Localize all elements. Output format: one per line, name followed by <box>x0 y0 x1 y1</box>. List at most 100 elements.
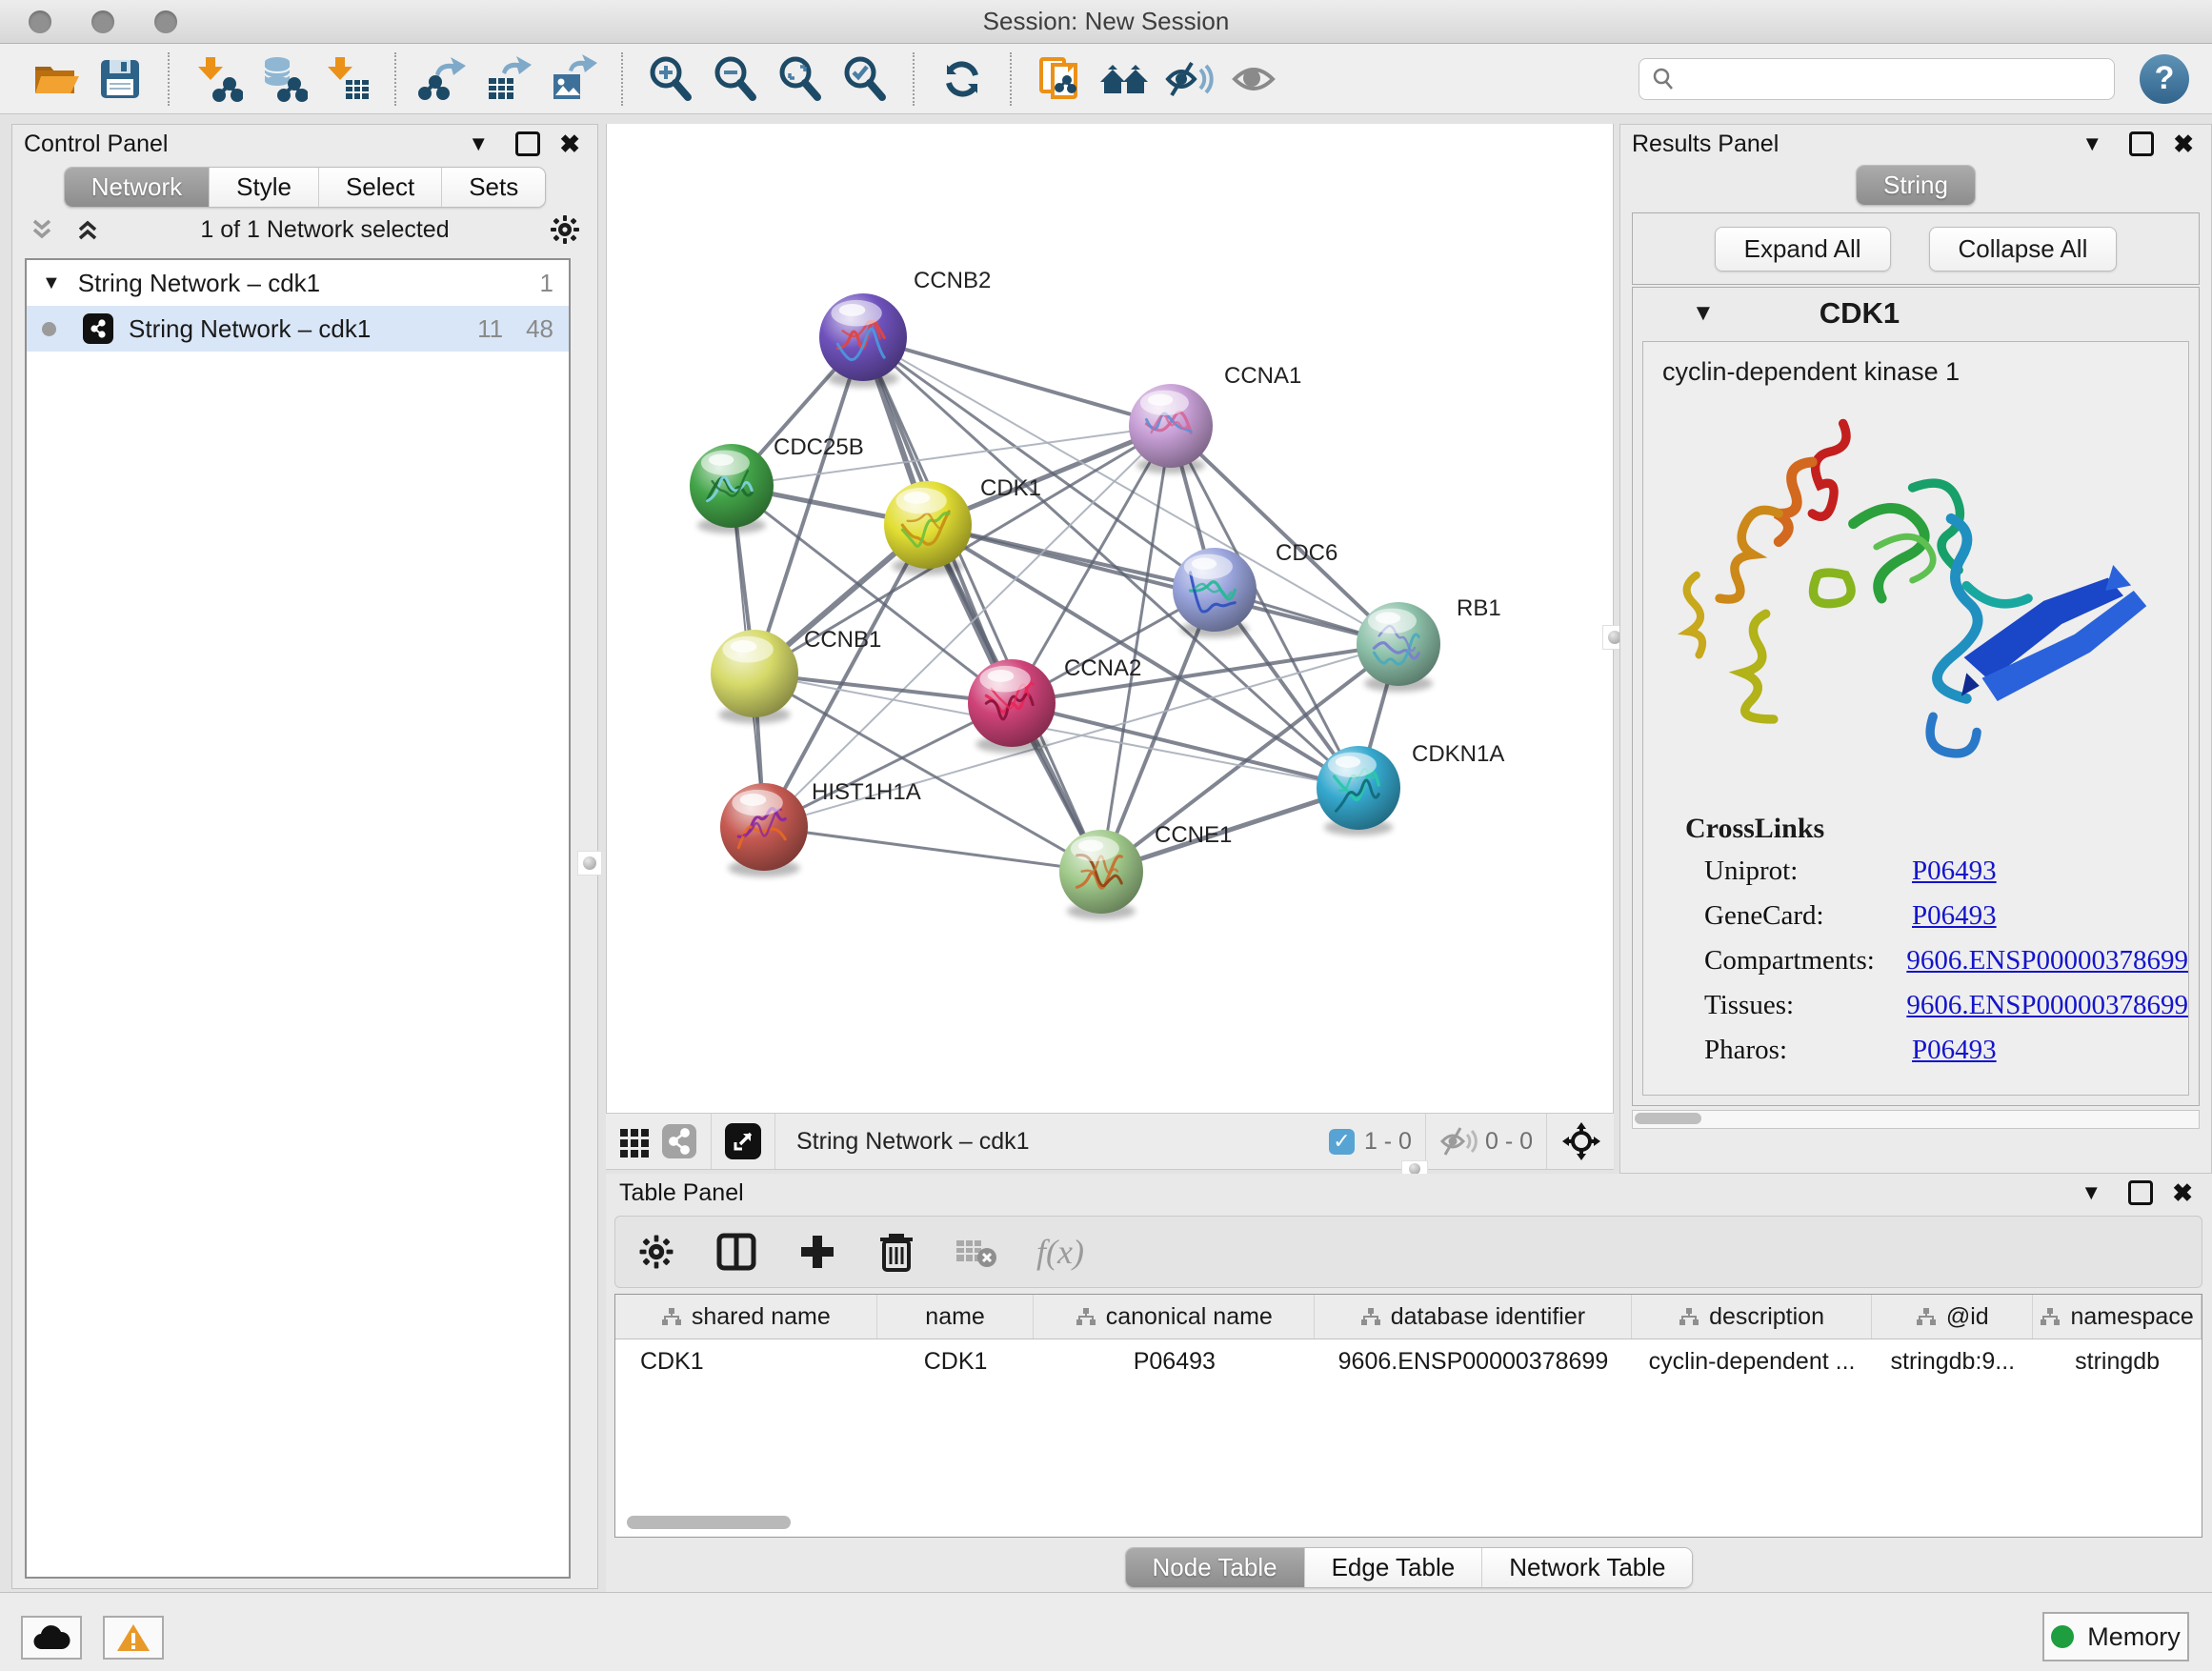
table-settings-gear-icon[interactable] <box>636 1232 676 1272</box>
table-cell[interactable]: 9606.ENSP00000378699 <box>1315 1339 1632 1383</box>
network-node-CDKN1A[interactable] <box>1317 746 1400 836</box>
crosslink-link[interactable]: 9606.ENSP00000378699 <box>1906 945 2188 976</box>
results-button-box: Expand All Collapse All <box>1632 212 2200 285</box>
delete-column-icon[interactable] <box>876 1230 916 1274</box>
table-cell[interactable]: stringdb:9... <box>1872 1339 2033 1383</box>
float-panel-icon[interactable] <box>2129 131 2154 156</box>
export-network-button[interactable] <box>417 52 471 106</box>
close-panel-icon[interactable]: ✖ <box>2172 1178 2193 1208</box>
tab-network[interactable]: Network <box>65 168 209 207</box>
save-session-button[interactable] <box>93 52 147 106</box>
column-header-canonical-name[interactable]: canonical name <box>1034 1295 1315 1339</box>
network-node-CDC6[interactable] <box>1173 548 1257 637</box>
network-node-CDK1[interactable] <box>884 481 972 574</box>
show-columns-icon[interactable] <box>714 1230 758 1274</box>
selected-counts: 1 - 0 <box>1364 1128 1412 1156</box>
network-node-CCNA1[interactable] <box>1129 384 1213 473</box>
tab-select[interactable]: Select <box>318 168 441 207</box>
add-column-icon[interactable] <box>796 1231 838 1273</box>
panel-menu-icon[interactable]: ▼ <box>468 131 489 156</box>
network-node-RB1[interactable] <box>1357 602 1440 692</box>
network-view-icon[interactable] <box>661 1123 697 1159</box>
clone-network-button[interactable] <box>1033 52 1086 106</box>
network-node-CCNB1[interactable] <box>711 630 798 723</box>
float-panel-icon[interactable] <box>2128 1180 2153 1205</box>
network-canvas[interactable]: CCNB2CCNA1CDC25BCDK1CDC6RB1CCNB1CCNA2CDK… <box>606 124 1614 1113</box>
export-image-button[interactable] <box>547 52 600 106</box>
expand-all-icon[interactable] <box>73 215 102 244</box>
tab-network-table[interactable]: Network Table <box>1481 1548 1692 1587</box>
network-node-HIST1H1A[interactable] <box>720 783 808 876</box>
tab-style[interactable]: Style <box>209 168 318 207</box>
help-button[interactable]: ? <box>2140 54 2189 104</box>
column-header-description[interactable]: description <box>1632 1295 1873 1339</box>
crosslink-link[interactable]: P06493 <box>1912 856 1997 887</box>
cloud-button[interactable] <box>21 1616 82 1660</box>
function-builder-icon: f(x) <box>1036 1232 1084 1272</box>
column-header--id[interactable]: @id <box>1872 1295 2033 1339</box>
grid-view-icon[interactable] <box>617 1124 652 1158</box>
warnings-button[interactable] <box>103 1616 164 1660</box>
zoom-selected-button[interactable] <box>838 52 892 106</box>
network-node-CCNE1[interactable] <box>1059 830 1143 919</box>
export-table-button[interactable] <box>482 52 535 106</box>
crosslink-link[interactable]: P06493 <box>1912 900 1997 932</box>
zoom-in-button[interactable] <box>644 52 697 106</box>
open-session-button[interactable] <box>29 52 82 106</box>
crosslink-link[interactable]: 9606.ENSP00000378699 <box>1906 990 2188 1021</box>
network-graph[interactable]: CCNB2CCNA1CDC25BCDK1CDC6RB1CCNB1CCNA2CDK… <box>607 124 1613 1113</box>
network-node-CDC25B[interactable] <box>690 444 774 534</box>
table-row[interactable]: CDK1CDK1P064939606.ENSP00000378699cyclin… <box>615 1339 2202 1383</box>
float-panel-icon[interactable] <box>515 131 540 156</box>
panel-menu-icon[interactable]: ▼ <box>2081 131 2102 156</box>
table-cell[interactable]: CDK1 <box>615 1339 877 1383</box>
node-entry-header[interactable]: ▼ CDK1 <box>1633 288 2199 339</box>
results-horizontal-scrollbar[interactable] <box>1632 1110 2200 1129</box>
table-cell[interactable]: CDK1 <box>877 1339 1035 1383</box>
column-header-namespace[interactable]: namespace <box>2033 1295 2202 1339</box>
hide-panels-button[interactable] <box>1162 52 1216 106</box>
left-splitter-handle[interactable] <box>577 851 602 876</box>
zoom-out-button[interactable] <box>709 52 762 106</box>
table-cell[interactable]: stringdb <box>2033 1339 2202 1383</box>
node-table[interactable]: shared namenamecanonical namedatabase id… <box>614 1294 2202 1538</box>
collapse-all-button[interactable]: Collapse All <box>1929 227 2118 272</box>
table-cell[interactable]: P06493 <box>1035 1339 1316 1383</box>
column-header-shared-name[interactable]: shared name <box>615 1295 877 1339</box>
search-box[interactable] <box>1639 58 2115 100</box>
network-collection-row[interactable]: ▼ String Network – cdk1 1 <box>27 260 569 306</box>
column-header-name[interactable]: name <box>877 1295 1035 1339</box>
birds-eye-view-icon[interactable] <box>1560 1120 1602 1162</box>
import-network-database-button[interactable] <box>255 52 309 106</box>
expand-all-button[interactable]: Expand All <box>1715 227 1891 272</box>
crosslink-row: Tissues:9606.ENSP00000378699 <box>1643 983 2188 1028</box>
gear-icon[interactable] <box>548 212 582 247</box>
duplicate-network-icon <box>1034 53 1085 105</box>
network-row-selected[interactable]: String Network – cdk1 11 48 <box>27 306 569 352</box>
crosslink-link[interactable]: P06493 <box>1912 1035 1997 1066</box>
collection-expand-icon[interactable]: ▼ <box>42 272 61 294</box>
tab-node-table[interactable]: Node Table <box>1126 1548 1304 1587</box>
zoom-fit-button[interactable] <box>774 52 827 106</box>
table-cell[interactable]: cyclin-dependent ... <box>1632 1339 1873 1383</box>
home-button[interactable] <box>1097 52 1151 106</box>
open-in-browser-icon[interactable] <box>725 1123 761 1159</box>
tab-edge-table[interactable]: Edge Table <box>1304 1548 1482 1587</box>
close-panel-icon[interactable]: ✖ <box>559 130 580 159</box>
tab-string[interactable]: String <box>1857 166 1975 205</box>
cloud-icon <box>32 1624 70 1651</box>
tab-sets[interactable]: Sets <box>441 168 545 207</box>
memory-button[interactable]: Memory <box>2042 1612 2189 1661</box>
show-panel-button[interactable] <box>1227 52 1280 106</box>
column-header-database-identifier[interactable]: database identifier <box>1315 1295 1632 1339</box>
search-input[interactable] <box>1685 65 2102 93</box>
collapse-entry-icon[interactable]: ▼ <box>1692 300 1715 327</box>
table-horizontal-scrollbar[interactable] <box>627 1516 791 1529</box>
refresh-button[interactable] <box>935 52 989 106</box>
import-table-button[interactable] <box>320 52 373 106</box>
close-panel-icon[interactable]: ✖ <box>2173 130 2194 159</box>
import-network-file-button[interactable] <box>191 52 244 106</box>
selected-checkbox-icon[interactable]: ✓ <box>1329 1129 1355 1155</box>
collapse-all-icon[interactable] <box>28 215 56 244</box>
panel-menu-icon[interactable]: ▼ <box>2081 1180 2101 1205</box>
